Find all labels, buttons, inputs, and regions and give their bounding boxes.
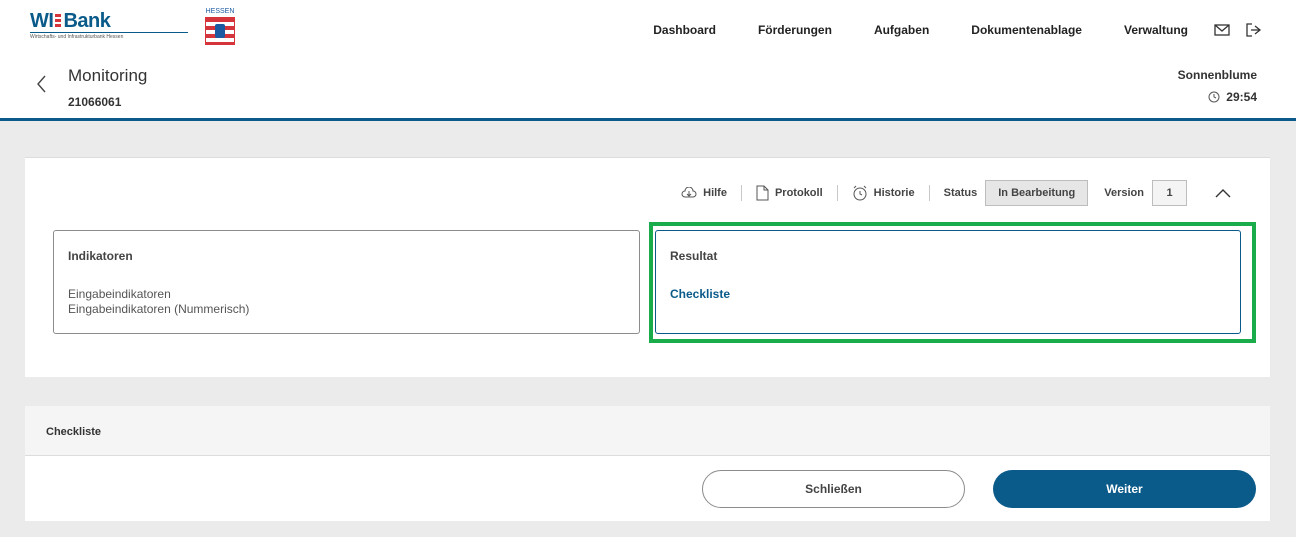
hessen-label: HESSEN — [205, 8, 235, 15]
nav-aufgaben[interactable]: Aufgaben — [874, 23, 929, 37]
nav-verwaltung[interactable]: Verwaltung — [1124, 23, 1188, 37]
history-button[interactable]: Historie — [852, 185, 915, 201]
result-title: Resultat — [670, 249, 718, 263]
page-id: 21066061 — [68, 95, 122, 109]
nav-dokumentenablage[interactable]: Dokumentenablage — [971, 23, 1082, 37]
user-name: Sonnenblume — [1177, 68, 1257, 82]
logo-wordmark: WI Bank — [30, 10, 111, 32]
logout-icon[interactable] — [1246, 23, 1262, 37]
header: WI Bank Wirtschafts- und Infrastrukturban… — [0, 0, 1296, 121]
help-button[interactable]: Hilfe — [681, 187, 727, 199]
help-label: Hilfe — [703, 187, 727, 199]
checklist-title: Checkliste — [46, 426, 102, 438]
logo-subtitle: Wirtschafts- und Infrastrukturbank Hesse… — [30, 34, 124, 40]
indicators-panel: Indikatoren Eingabeindikatoren Eingabein… — [53, 230, 640, 334]
session-timer: 29:54 — [1208, 90, 1257, 104]
main-content: Hilfe Protokoll Historie Status In Bearb… — [0, 121, 1296, 537]
close-button[interactable]: Schließen — [702, 470, 965, 508]
download-cloud-icon — [681, 187, 697, 198]
protocol-label: Protokoll — [774, 187, 823, 199]
checklist-header: Checkliste — [25, 406, 1270, 456]
result-panel: Resultat Checkliste — [655, 230, 1241, 334]
hessen-crest: HESSEN — [203, 8, 237, 48]
page-title: Monitoring — [68, 66, 148, 85]
timer-value: 29:54 — [1226, 90, 1257, 104]
protocol-button[interactable]: Protokoll — [756, 185, 823, 201]
monitoring-card: Hilfe Protokoll Historie Status In Bearb… — [25, 157, 1270, 377]
next-button[interactable]: Weiter — [993, 470, 1256, 508]
toolbar-separator — [928, 185, 930, 201]
hessen-shield-icon — [205, 17, 235, 45]
indicators-title: Indikatoren — [68, 249, 133, 263]
chevron-up-icon[interactable] — [1215, 188, 1231, 198]
toolbar-separator — [740, 185, 742, 201]
nav-dashboard[interactable]: Dashboard — [653, 23, 716, 37]
indicator-item[interactable]: Eingabeindikatoren — [68, 287, 171, 301]
indicator-item[interactable]: Eingabeindikatoren (Nummerisch) — [68, 302, 249, 316]
clock-icon — [1208, 91, 1220, 103]
status-badge: In Bearbeitung — [985, 180, 1089, 206]
toolbar: Hilfe Protokoll Historie Status In Bearb… — [681, 179, 1231, 207]
history-label: Historie — [873, 187, 915, 199]
main-nav: Dashboard Förderungen Aufgaben Dokumente… — [611, 20, 1262, 40]
version-value: 1 — [1152, 180, 1187, 206]
document-icon — [756, 185, 769, 201]
logo-underline — [30, 32, 188, 33]
mail-icon[interactable] — [1214, 23, 1230, 37]
checklist-link[interactable]: Checkliste — [670, 287, 730, 301]
nav-foerderungen[interactable]: Förderungen — [758, 23, 832, 37]
checklist-card: Checkliste Schließen Weiter — [25, 406, 1270, 521]
status-label: Status — [943, 187, 978, 199]
wibank-logo[interactable]: WI Bank Wirtschafts- und Infrastrukturban… — [30, 10, 190, 48]
toolbar-separator — [836, 185, 838, 201]
version-label: Version — [1104, 187, 1144, 199]
back-chevron-icon[interactable] — [34, 74, 50, 94]
alarm-clock-icon — [853, 185, 867, 201]
